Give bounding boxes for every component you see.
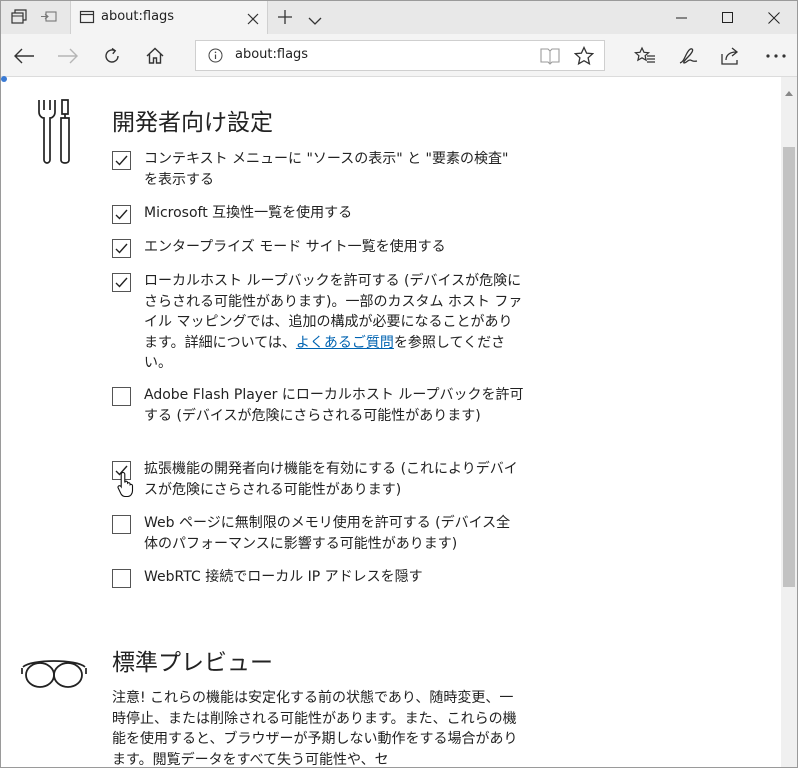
scroll-thumb[interactable] [783, 147, 795, 587]
flag-label: Adobe Flash Player にローカルホスト ループバックを許可する … [144, 387, 524, 424]
back-arrow-icon[interactable] [11, 43, 37, 69]
flag-label: Web ページに無制限のメモリ使用を許可する (デバイス全体のパフォーマンスに影… [144, 515, 511, 552]
chevron-down-icon[interactable] [308, 11, 322, 30]
checkbox-unlimited-memory[interactable] [112, 515, 131, 534]
new-tab-icon[interactable] [277, 9, 293, 29]
favorite-star-icon[interactable] [573, 45, 595, 70]
checkbox-compat-list[interactable] [112, 205, 131, 224]
address-text[interactable]: about:flags [235, 47, 308, 62]
checkbox-webrtc-hide-ip[interactable] [112, 569, 131, 588]
scrollbar[interactable] [781, 77, 797, 767]
minimize-icon[interactable] [659, 1, 705, 34]
tab-bar: about:flags [1, 1, 797, 34]
more-icon[interactable] [763, 43, 789, 69]
address-bar[interactable]: about:flags [195, 40, 605, 71]
web-note-icon[interactable] [675, 43, 701, 69]
flags-page: 開発者向け設定 コンテキスト メニューに "ソースの表示" と "要素の検査" … [1, 77, 781, 767]
checkbox-flash-loopback[interactable] [112, 387, 131, 406]
refresh-icon[interactable] [99, 43, 125, 69]
hub-icon[interactable] [632, 43, 658, 69]
developer-settings-title: 開発者向け設定 [112, 110, 273, 136]
reading-view-icon[interactable] [540, 47, 560, 69]
tab-set-aside-icon[interactable] [40, 8, 58, 26]
focus-indicator [1, 76, 7, 82]
scroll-up-icon[interactable] [785, 81, 793, 100]
page-icon [79, 9, 95, 29]
tab-title: about:flags [101, 9, 175, 24]
faq-link[interactable]: よくあるご質問 [296, 335, 394, 351]
checkbox-enterprise-mode[interactable] [112, 239, 131, 258]
site-info-icon[interactable] [208, 48, 223, 67]
flag-label: エンタープライズ モード サイト一覧を使用する [144, 239, 446, 255]
developer-tools-icon [34, 97, 74, 171]
home-icon[interactable] [142, 43, 168, 69]
flag-label: ローカルホスト ループバックを許可する (デバイスが危険にさらされる可能性があり… [144, 271, 524, 374]
maximize-icon[interactable] [705, 1, 751, 34]
flag-label: 拡張機能の開発者向け機能を有効にする (これによりデバイスが危険にさらされる可能… [144, 461, 518, 498]
nav-bar: about:flags [1, 34, 797, 77]
browser-window: about:flags about:flags 開発者向け設定 コンテキスト メ… [0, 0, 798, 768]
flag-label: WebRTC 接続でローカル IP アドレスを隠す [144, 569, 423, 585]
share-icon[interactable] [718, 43, 744, 69]
tabs-preview-icon[interactable] [10, 8, 28, 26]
preview-goggles-icon [20, 655, 88, 695]
close-window-icon[interactable] [751, 1, 797, 34]
flag-label: Microsoft 互換性一覧を使用する [144, 205, 353, 221]
checkbox-localhost-loopback[interactable] [112, 273, 131, 292]
standard-preview-title: 標準プレビュー [112, 650, 273, 676]
forward-arrow-icon[interactable] [55, 43, 81, 69]
checkbox-view-source[interactable] [112, 151, 131, 170]
preview-description: 注意! これらの機能は安定化する前の状態であり、随時変更、一時停止、または削除さ… [112, 690, 518, 767]
close-tab-icon[interactable] [247, 10, 259, 29]
tab-active[interactable]: about:flags [70, 1, 268, 34]
hand-cursor-icon [117, 471, 139, 501]
flag-label: コンテキスト メニューに "ソースの表示" と "要素の検査" を表示する [144, 151, 509, 188]
